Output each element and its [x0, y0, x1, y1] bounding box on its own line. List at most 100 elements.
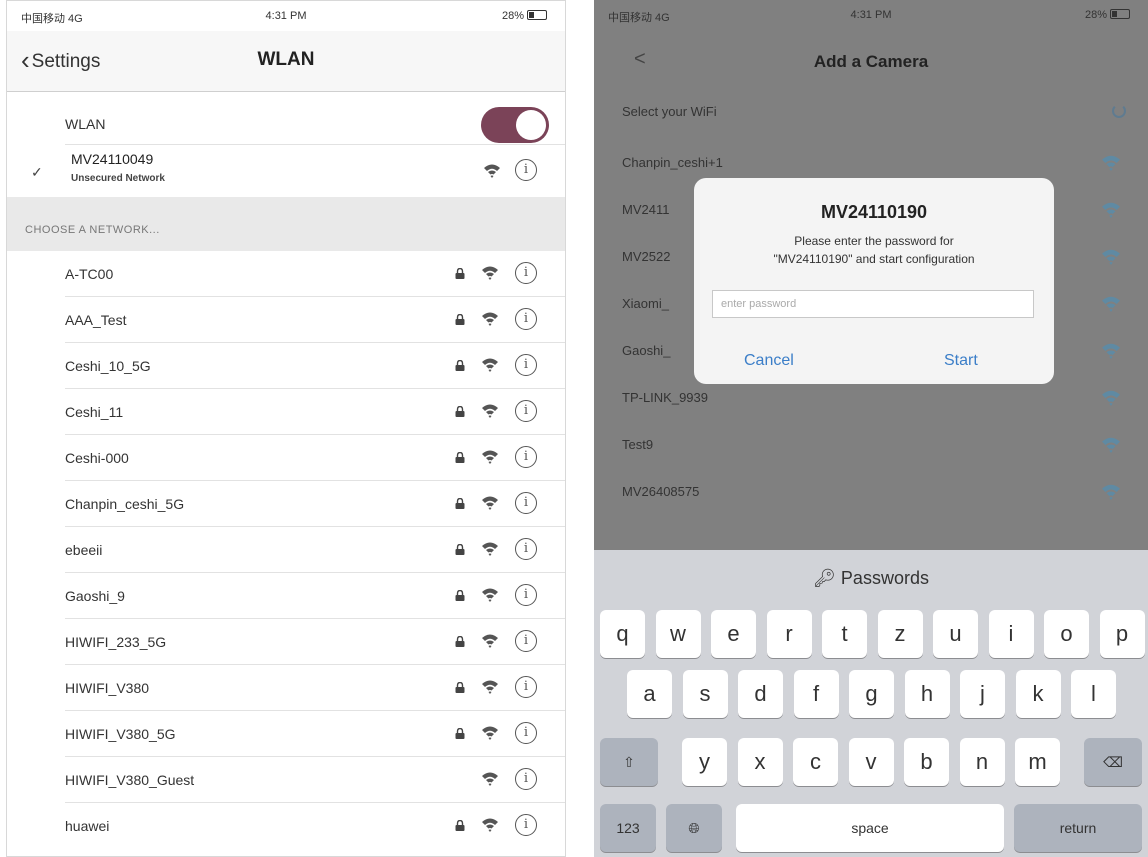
dialog-message: "MV24110190" and start configuration — [773, 252, 975, 266]
wifi-signal-icon — [1102, 249, 1120, 265]
wifi-icon — [482, 542, 498, 556]
key-v[interactable]: v — [848, 738, 894, 786]
info-icon[interactable]: i — [515, 814, 537, 836]
network-row[interactable]: Gaoshi_9 i — [7, 573, 565, 619]
wifi-signal-icon — [1102, 155, 1120, 171]
network-row[interactable]: HIWIFI_V380 i — [7, 665, 565, 711]
network-row[interactable]: HIWIFI_V380_5G i — [7, 711, 565, 757]
lock-icon — [455, 728, 465, 739]
network-row[interactable]: Ceshi_11 i — [7, 389, 565, 435]
info-icon[interactable]: i — [515, 492, 537, 514]
password-dialog: MV24110190 Please enter the password for… — [694, 178, 1054, 384]
key-z[interactable]: z — [877, 610, 923, 658]
key-k[interactable]: k — [1015, 670, 1061, 718]
key-p[interactable]: p — [1099, 610, 1145, 658]
key-e[interactable]: e — [711, 610, 756, 658]
key-s[interactable]: s — [682, 670, 728, 718]
lock-icon — [455, 590, 465, 601]
wifi-signal-icon — [1102, 484, 1120, 500]
info-icon[interactable]: i — [515, 584, 537, 606]
time-label: 4:31 PM — [850, 9, 892, 21]
key-t[interactable]: t — [822, 610, 867, 658]
key-w[interactable]: w — [655, 610, 701, 658]
info-icon[interactable]: i — [515, 676, 537, 698]
lock-icon — [455, 452, 465, 463]
network-name: Ceshi_10_5G — [65, 358, 151, 374]
key-r[interactable]: r — [766, 610, 812, 658]
choose-network-header: CHOOSE A NETWORK... — [7, 197, 565, 251]
key-g[interactable]: g — [849, 670, 894, 718]
numbers-key[interactable]: 123 — [600, 804, 656, 852]
key-j[interactable]: j — [960, 670, 1005, 718]
wifi-name: Chanpin_ceshi+1 — [622, 155, 723, 170]
network-row[interactable]: AAA_Test i — [7, 297, 565, 343]
wlan-label: WLAN — [65, 116, 106, 132]
info-icon[interactable]: i — [515, 446, 537, 468]
info-icon[interactable]: i — [515, 722, 537, 744]
passwords-bar[interactable]: 🔑︎ Passwords — [594, 550, 1148, 606]
wifi-icon — [482, 680, 498, 694]
cancel-button[interactable]: Cancel — [744, 352, 794, 370]
lock-icon — [455, 682, 465, 693]
info-icon[interactable]: i — [515, 354, 537, 376]
refresh-icon[interactable] — [1112, 104, 1126, 118]
wifi-signal-icon — [1102, 202, 1120, 218]
wifi-icon — [482, 358, 498, 372]
info-icon[interactable]: i — [515, 630, 537, 652]
dialog-message: Please enter the password for — [794, 234, 954, 248]
network-row[interactable]: HIWIFI_233_5G i — [7, 619, 565, 665]
network-row[interactable]: ebeeii i — [7, 527, 565, 573]
network-row[interactable]: A-TC00 i — [7, 251, 565, 297]
key-u[interactable]: u — [933, 610, 978, 658]
network-name: Ceshi-000 — [65, 450, 129, 466]
info-icon[interactable]: i — [515, 768, 537, 790]
key-x[interactable]: x — [737, 738, 783, 786]
key-o[interactable]: o — [1044, 610, 1089, 658]
info-icon[interactable]: i — [515, 308, 537, 330]
key-d[interactable]: d — [738, 670, 783, 718]
wifi-icon — [482, 266, 498, 280]
space-key[interactable]: space — [736, 804, 1004, 852]
lock-icon — [455, 360, 465, 371]
start-button[interactable]: Start — [944, 352, 978, 370]
network-row[interactable]: Ceshi_10_5G i — [7, 343, 565, 389]
key-c[interactable]: c — [793, 738, 838, 786]
wifi-row[interactable]: MV26408575 — [594, 469, 1148, 516]
network-name: Gaoshi_9 — [65, 588, 125, 604]
key-h[interactable]: h — [904, 670, 950, 718]
network-name: HIWIFI_233_5G — [65, 634, 167, 650]
lock-icon — [455, 498, 465, 509]
key-q[interactable]: q — [600, 610, 645, 658]
info-icon[interactable]: i — [515, 262, 537, 284]
globe-key[interactable]: 🌐︎ — [666, 804, 722, 852]
return-key[interactable]: return — [1014, 804, 1142, 852]
network-row[interactable]: huawei i — [7, 803, 565, 849]
key-f[interactable]: f — [793, 670, 839, 718]
key-i[interactable]: i — [988, 610, 1034, 658]
battery-icon — [1110, 9, 1130, 19]
key-m[interactable]: m — [1015, 738, 1060, 786]
password-input[interactable] — [712, 290, 1034, 318]
status-bar: 中国移动 4G 4:31 PM 28% — [594, 0, 1148, 30]
key-n[interactable]: n — [959, 738, 1005, 786]
backspace-key[interactable]: ⌫ — [1084, 738, 1142, 786]
key-b[interactable]: b — [904, 738, 949, 786]
info-icon[interactable]: i — [515, 159, 537, 181]
wifi-icon — [482, 588, 498, 602]
shift-key[interactable]: ⇧ — [600, 738, 658, 786]
wifi-icon — [482, 772, 498, 786]
page-title: Add a Camera — [813, 52, 929, 71]
info-icon[interactable]: i — [515, 400, 537, 422]
key-y[interactable]: y — [682, 738, 727, 786]
network-row[interactable]: Chanpin_ceshi_5G i — [7, 481, 565, 527]
network-row[interactable]: Ceshi-000 i — [7, 435, 565, 481]
lock-icon — [455, 636, 465, 647]
network-row[interactable]: HIWIFI_V380_Guest i — [7, 757, 565, 803]
key-l[interactable]: l — [1071, 670, 1116, 718]
wlan-toggle[interactable] — [481, 107, 549, 143]
wifi-row[interactable]: Test9 — [594, 422, 1148, 469]
status-bar: 中国移动 4G 4:31 PM 28% — [7, 1, 565, 31]
navigation-bar: ‹ Settings WLAN — [7, 31, 565, 92]
info-icon[interactable]: i — [515, 538, 537, 560]
key-a[interactable]: a — [627, 670, 672, 718]
